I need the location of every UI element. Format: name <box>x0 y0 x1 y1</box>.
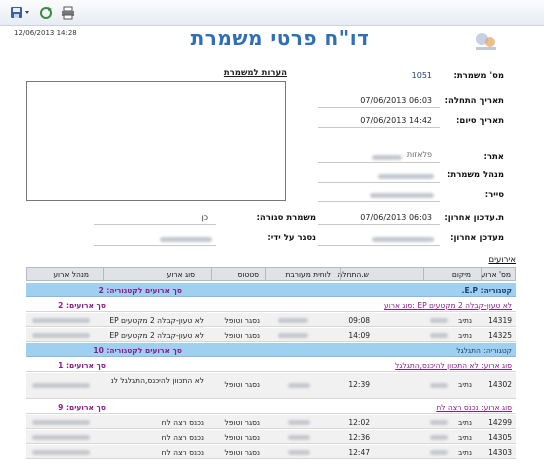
shift-manager-label: מנהל משמרת: <box>446 170 504 180</box>
shift-notes-box <box>26 81 286 201</box>
print-button[interactable] <box>60 5 76 21</box>
page-title: דו"ח פרטי משמרת <box>190 26 370 50</box>
table-header: מס' ארוע מיקום ש.התחלה לוחית מעורבת סטטו… <box>26 267 516 281</box>
subtype-link[interactable]: סוג ארוע: לא התכוון להיכנס,התגלגל <box>395 361 512 370</box>
divider <box>318 224 440 225</box>
redacted-closed-by <box>160 237 212 242</box>
table-row[interactable]: 14305 נתיב 12:36 נסגר וטופל נכנס רצה לח <box>26 430 516 444</box>
category-row: קטגוריה: E.P. סך ארועים לקטגוריה: 2 <box>26 283 516 297</box>
site-label: אתר: <box>483 152 504 162</box>
closed-by-label: נסגר על ידי: <box>267 233 316 243</box>
start-date-label: תאריך התחלה: <box>444 96 504 106</box>
report-timestamp: 12/06/2013 14:28 <box>14 29 77 37</box>
divider <box>318 127 440 128</box>
table-row[interactable]: 14299 נתיב 12:02 נסגר וטופל נכנס רצה לח <box>26 415 516 429</box>
col-location: מיקום <box>451 270 471 279</box>
col-event-manager: מנהל ארוע <box>53 270 89 279</box>
redacted-updater <box>372 237 434 242</box>
last-update-value: 06:03 07/06/2013 <box>360 213 432 222</box>
table-row[interactable]: 14303 נתיב 12:47 נסגר וטופל נכנס רצה לח <box>26 445 516 459</box>
patrol-label: סייר: <box>484 190 504 200</box>
redacted-manager <box>378 174 434 179</box>
subtype-row: סוג ארוע: נכנס רצה לח סך ארועים: 9 <box>26 400 516 414</box>
shift-closed-label: משמרת סגורה: <box>256 213 316 223</box>
shift-closed-value: כן <box>201 213 208 222</box>
save-button[interactable] <box>10 5 32 21</box>
divider <box>318 182 440 183</box>
subtype-link[interactable]: סוג ארוע: נכנס רצה לח <box>436 403 512 412</box>
divider <box>318 245 440 246</box>
events-section-label: אירועים <box>488 255 516 265</box>
print-icon <box>62 6 74 20</box>
notes-label: הערות למשמרת <box>223 68 287 78</box>
table-row[interactable]: 14302 נתיב 12:39 נסגר וטופל לא התכוון לה… <box>26 373 516 399</box>
divider <box>94 224 216 225</box>
site-value: פלאזות <box>406 150 432 159</box>
subtype-link[interactable]: לא טעון-קבלה 2 מקטעים EP :סוג ארוע <box>384 301 512 310</box>
divider <box>94 245 216 246</box>
col-event-type: סוג ארוע <box>166 270 195 279</box>
refresh-button[interactable] <box>38 5 54 21</box>
last-update-label: ת.עדכון אחרון: <box>444 213 504 223</box>
table-row[interactable]: 14319 נתיב 09:08 נסגר וטופל לא טעון-קבלה… <box>26 313 516 327</box>
col-start-time: ש.התחלה <box>337 270 369 279</box>
divider <box>318 201 440 202</box>
subtype-row: סוג ארוע: לא התכוון להיכנס,התגלגל סך ארו… <box>26 358 516 372</box>
table-row[interactable]: 14325 נתיב 14:09 נסגר וטופל לא טעון-קבלה… <box>26 328 516 342</box>
col-event-no: מס' ארוע <box>480 270 511 279</box>
end-date-label: תאריך סיום: <box>456 116 504 126</box>
col-status: סטטוס <box>237 270 259 279</box>
report-toolbar <box>0 0 544 26</box>
divider <box>318 107 440 108</box>
company-logo <box>470 30 500 52</box>
category-row: קטגוריה: התגלגל סך ארועים לקטגוריה: 10 <box>26 343 516 357</box>
save-disk-icon <box>11 7 29 18</box>
subtype-row: לא טעון-קבלה 2 מקטעים EP :סוג ארוע סך אר… <box>26 298 516 312</box>
end-date-value: 14:42 07/06/2013 <box>360 116 432 125</box>
start-date-value: 06:03 07/06/2013 <box>360 96 432 105</box>
refresh-icon <box>40 7 52 19</box>
col-plate: לוחית מעורבת <box>285 270 331 279</box>
divider <box>318 162 440 163</box>
redacted-value <box>372 155 402 160</box>
shift-number-label: מס' משמרת: <box>453 71 504 81</box>
redacted-patrol <box>370 193 434 198</box>
shift-number-value: 1051 <box>411 71 432 80</box>
last-updater-label: מעדכן אחרון: <box>450 233 504 243</box>
